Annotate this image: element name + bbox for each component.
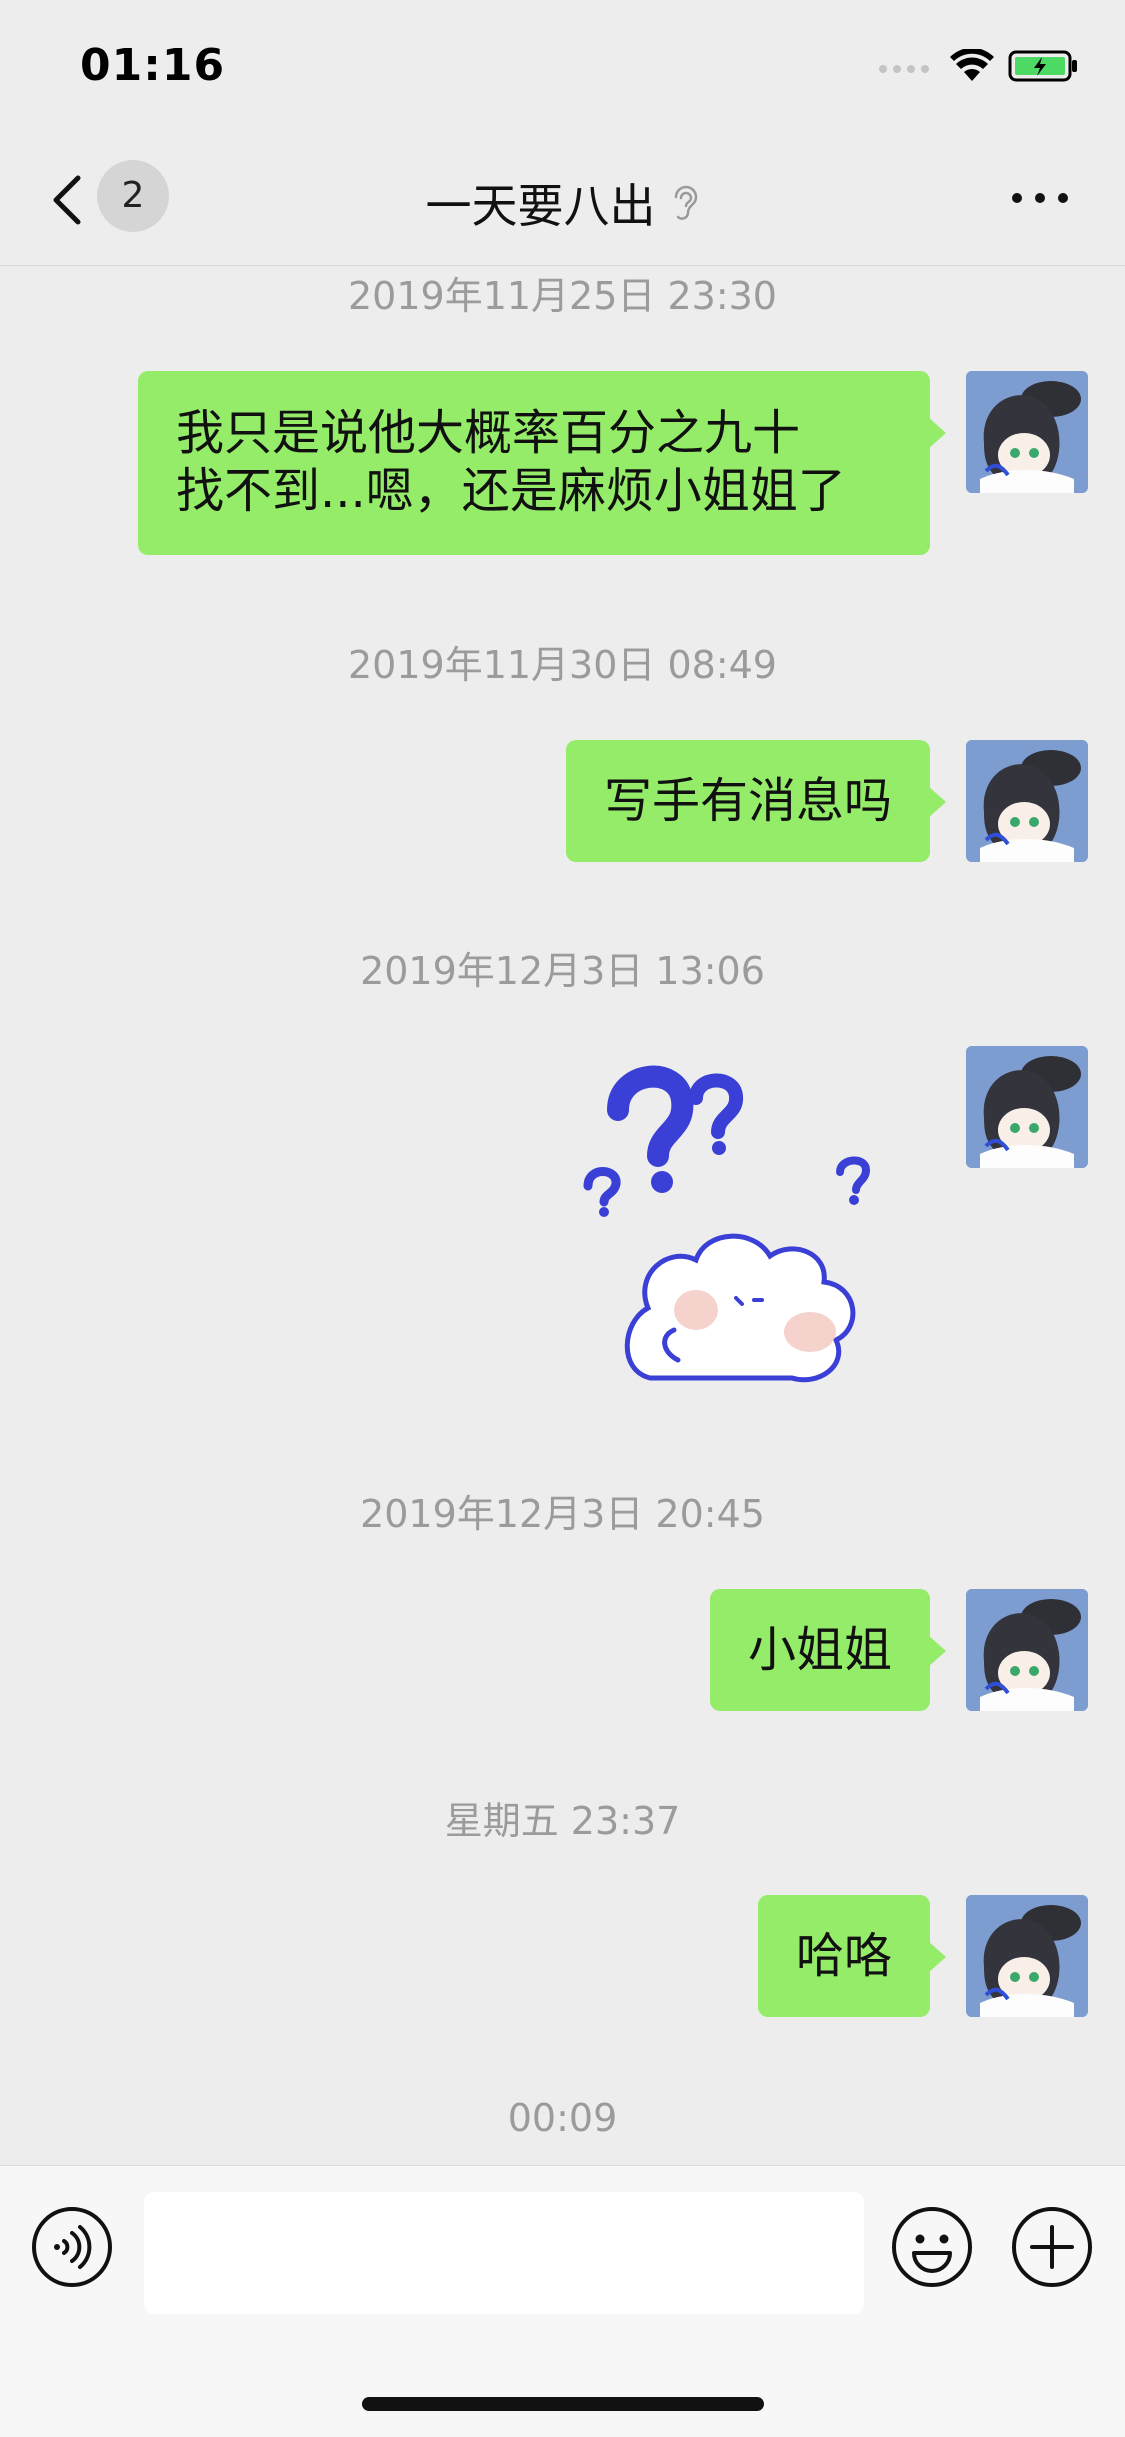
more-button[interactable] bbox=[1005, 178, 1075, 218]
page-title: 一天要八出 bbox=[0, 170, 1125, 236]
signal-icon bbox=[878, 59, 936, 78]
message-text: 写手有消息吗 bbox=[603, 773, 892, 829]
status-bar: 01:16 bbox=[0, 0, 1125, 135]
plus-icon bbox=[1012, 2207, 1092, 2287]
avatar[interactable] bbox=[966, 1589, 1088, 1711]
avatar[interactable] bbox=[966, 1895, 1088, 2017]
home-indicator[interactable] bbox=[362, 2397, 764, 2411]
emoji-button[interactable] bbox=[890, 2205, 974, 2289]
avatar[interactable] bbox=[966, 1046, 1088, 1168]
voice-icon bbox=[32, 2207, 112, 2287]
message-timestamp: 2019年11月30日 08:49 bbox=[347, 643, 777, 687]
message-timestamp: 2019年12月3日 20:45 bbox=[360, 1492, 765, 1536]
confused-cloud-sticker[interactable] bbox=[578, 1060, 918, 1390]
ear-icon bbox=[674, 185, 697, 220]
message-line: 找不到...嗯，还是麻烦小姐姐了 bbox=[176, 463, 846, 519]
message-timestamp: 星期五 23:37 bbox=[444, 1799, 681, 1843]
message-input[interactable] bbox=[144, 2192, 864, 2314]
message-line: 我只是说他大概率百分之九十 bbox=[176, 405, 801, 461]
message-bubble[interactable]: 写手有消息吗 bbox=[565, 740, 946, 862]
status-icons bbox=[878, 47, 1080, 88]
message-text: 哈咯 bbox=[795, 1928, 892, 1984]
message-text: 小姐姐 bbox=[747, 1622, 892, 1678]
voice-button[interactable] bbox=[30, 2205, 114, 2289]
message-bubble[interactable]: 小姐姐 bbox=[709, 1589, 946, 1711]
avatar[interactable] bbox=[966, 371, 1088, 493]
avatar[interactable] bbox=[966, 740, 1088, 862]
message-bubble[interactable]: 哈咯 bbox=[757, 1895, 946, 2017]
status-time: 01:16 bbox=[80, 40, 226, 91]
battery-icon bbox=[1008, 49, 1080, 87]
chat-title: 一天要八出 bbox=[425, 179, 656, 233]
plus-button[interactable] bbox=[1010, 2205, 1094, 2289]
message-timestamp: 2019年11月25日 23:30 bbox=[347, 274, 777, 318]
wifi-icon bbox=[950, 47, 994, 87]
ellipsis-icon bbox=[1012, 193, 1068, 203]
message-bubble[interactable]: 我只是说他大概率百分之九十 找不到...嗯，还是麻烦小姐姐了 bbox=[138, 371, 946, 555]
message-timestamp: 00:09 bbox=[507, 2096, 618, 2140]
emoji-icon bbox=[892, 2207, 972, 2287]
message-timestamp: 2019年12月3日 13:06 bbox=[360, 949, 765, 993]
